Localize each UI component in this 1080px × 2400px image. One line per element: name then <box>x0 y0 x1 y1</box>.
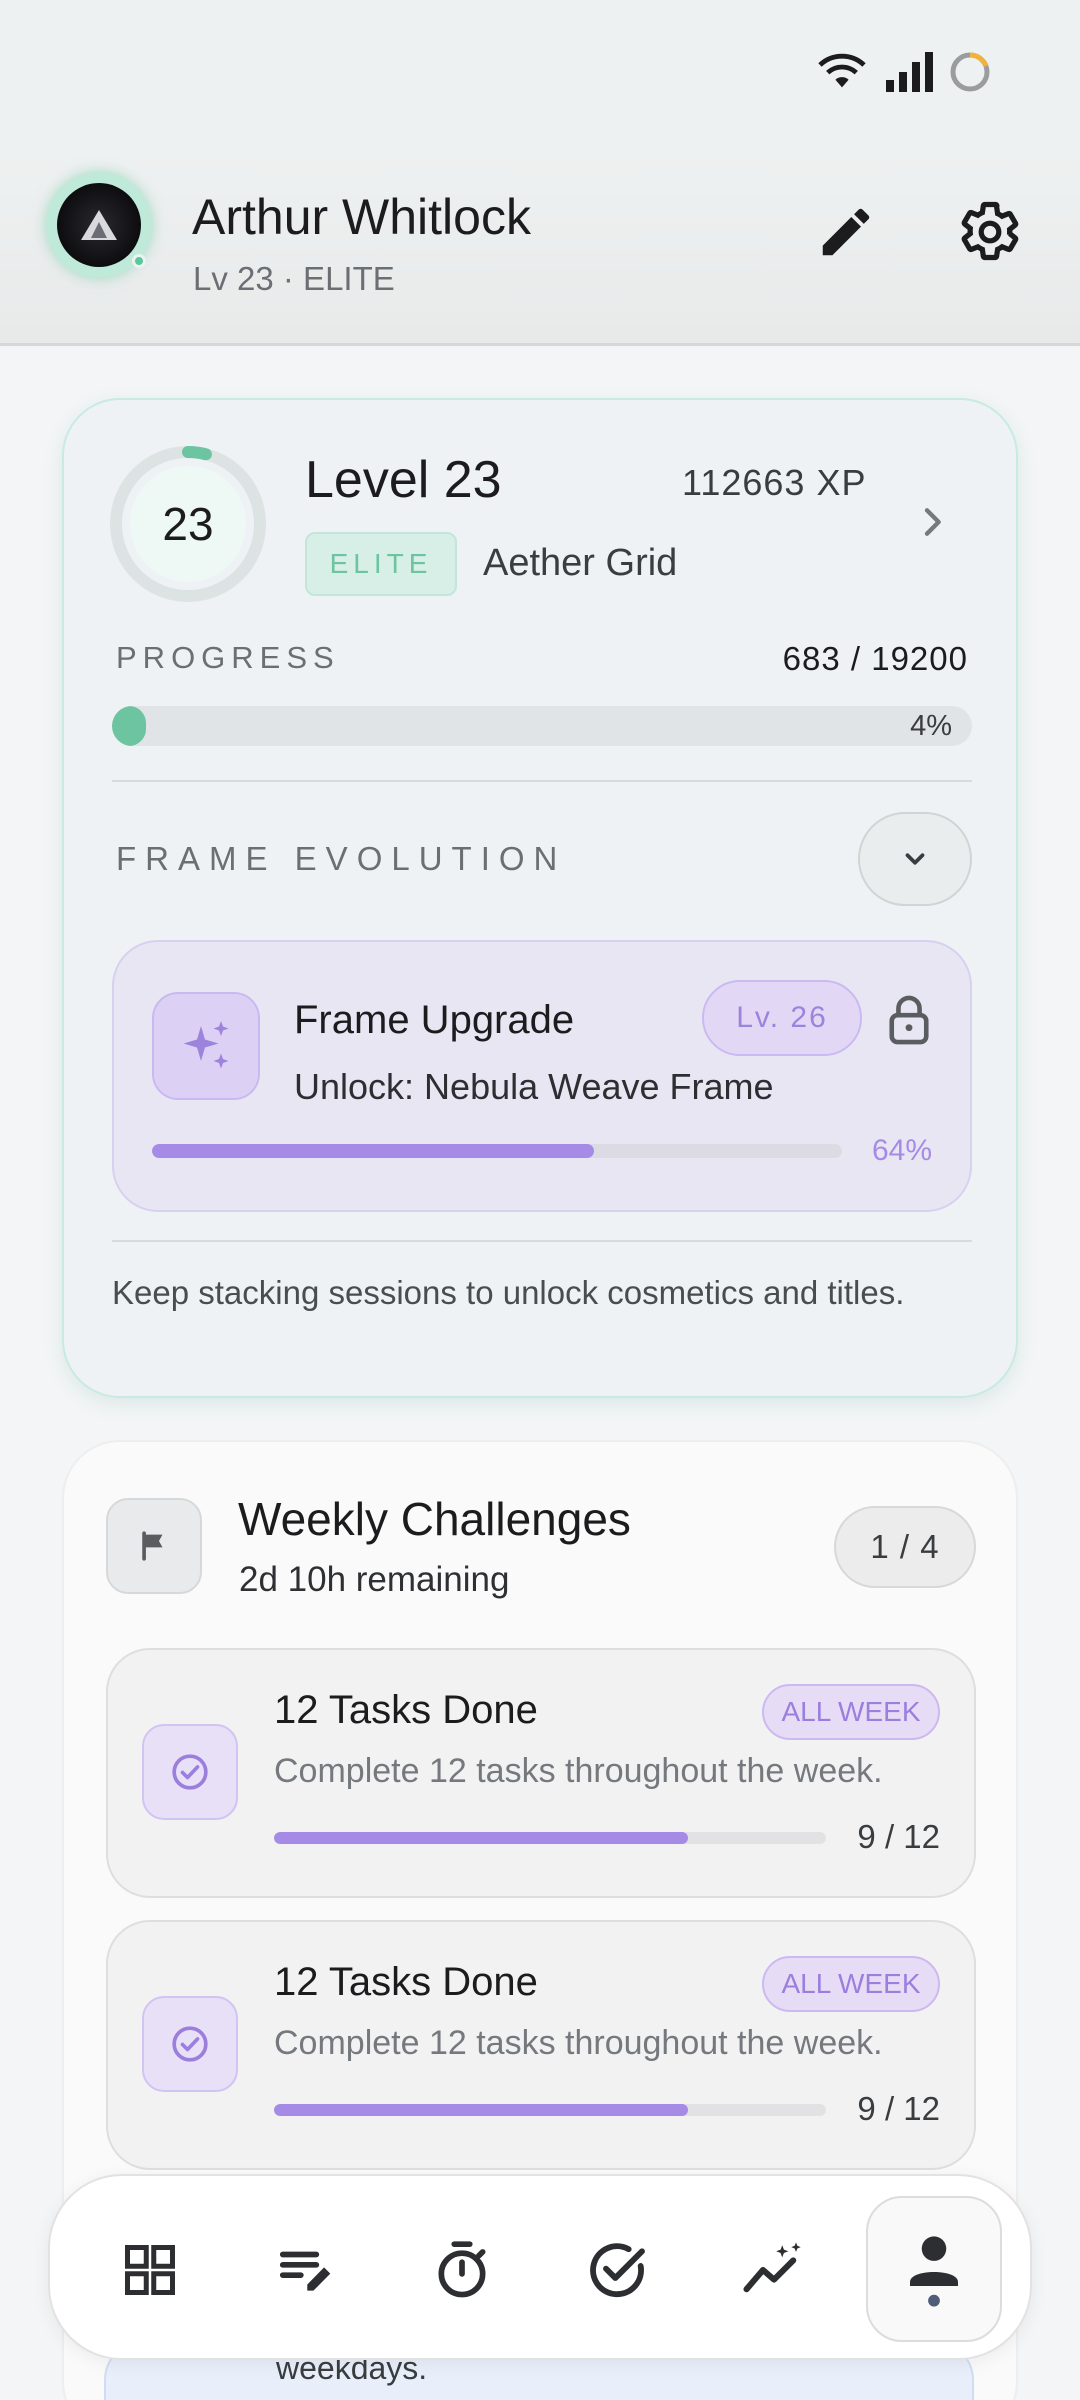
frame-upgrade-card[interactable]: Frame Upgrade Lv. 26 Unlock: Nebula Weav… <box>112 940 972 1212</box>
user-level-subtitle: Lv 23 · ELITE <box>193 260 395 297</box>
progress-label: PROGRESS <box>116 640 340 675</box>
level-card: 23 Level 23 112663 XP ELITE Aether Grid … <box>62 398 1018 1398</box>
upgrade-percent: 64% <box>871 1134 932 1167</box>
wifi-icon <box>818 53 866 88</box>
level-progress-bar: 4% <box>112 706 972 746</box>
grid-name: Aether Grid <box>483 542 678 584</box>
challenge-item[interactable]: 12 Tasks Done ALL WEEK Complete 12 tasks… <box>106 1920 976 2170</box>
pencil-icon <box>822 208 870 256</box>
progress-percent: 4% <box>910 710 952 742</box>
challenge-item[interactable]: 12 Tasks Done ALL WEEK Complete 12 tasks… <box>106 1648 976 1898</box>
flag-icon <box>106 1498 202 1594</box>
challenge-description: Complete 12 tasks throughout the week. <box>274 2024 883 2062</box>
chevron-right-icon <box>924 508 941 536</box>
dashboard-icon <box>125 2245 175 2295</box>
level-number: 23 <box>162 498 214 550</box>
frame-evolution-label: FRAME EVOLUTION <box>116 840 567 877</box>
challenges-title: Weekly Challenges <box>238 1493 631 1545</box>
profile-header: Arthur Whitlock Lv 23 · ELITE <box>0 150 1080 346</box>
online-indicator <box>132 254 146 268</box>
level-footnote: Keep stacking sessions to unlock cosmeti… <box>112 1274 905 1311</box>
challenge-progress-fill <box>274 2104 688 2116</box>
challenges-remaining: 2d 10h remaining <box>239 1560 510 1599</box>
bottom-navigation <box>48 2174 1032 2360</box>
sparkles-icon <box>152 992 260 1100</box>
progress-value: 683 / 19200 <box>782 640 968 677</box>
battery-ring-icon <box>950 52 990 92</box>
challenges-count: 1 / 4 <box>834 1506 976 1588</box>
nav-tasks[interactable] <box>558 2212 678 2328</box>
signal-icon <box>886 52 933 92</box>
challenge-progress: 9 / 12 <box>857 2090 940 2127</box>
lock-icon <box>886 994 932 1046</box>
upgrade-level-badge: Lv. 26 <box>702 980 862 1056</box>
nav-timer[interactable] <box>402 2212 522 2328</box>
avatar-logo-icon <box>81 210 117 240</box>
avatar[interactable] <box>46 172 152 278</box>
level-progress-fill <box>112 706 147 746</box>
upgrade-progress-fill <box>152 1144 594 1158</box>
chevron-down-icon <box>905 853 925 865</box>
challenge-title: 12 Tasks Done <box>274 1688 538 1732</box>
tasks-icon <box>590 2243 645 2298</box>
status-bar <box>0 0 1080 150</box>
upgrade-progress-bar <box>152 1144 842 1158</box>
notes-icon <box>279 2251 331 2291</box>
check-circle-icon <box>142 1724 238 1820</box>
tier-badge: ELITE <box>305 532 457 596</box>
upgrade-subtitle: Unlock: Nebula Weave Frame <box>294 1066 774 1107</box>
edit-button[interactable] <box>806 192 886 272</box>
nav-stats[interactable] <box>714 2212 834 2328</box>
xp-total: 112663 XP <box>682 462 867 503</box>
challenge-tag: ALL WEEK <box>762 1684 940 1740</box>
challenge-title: 12 Tasks Done <box>274 1960 538 2004</box>
nav-profile[interactable] <box>874 2212 994 2328</box>
divider <box>112 780 972 782</box>
level-ring: 23 <box>108 444 268 604</box>
challenge-progress: 9 / 12 <box>857 1818 940 1855</box>
check-circle-icon <box>142 1996 238 2092</box>
challenge-tag: ALL WEEK <box>762 1956 940 2012</box>
divider <box>112 1240 972 1242</box>
challenge-description: Complete 12 tasks throughout the week. <box>274 1752 883 1790</box>
challenge-progress-bar <box>274 2104 826 2116</box>
frame-evolution-toggle[interactable] <box>858 812 972 906</box>
profile-icon <box>910 2236 958 2307</box>
stats-icon <box>743 2242 801 2293</box>
gear-icon <box>961 201 1019 261</box>
nav-dashboard[interactable] <box>90 2212 210 2328</box>
upgrade-title: Frame Upgrade <box>294 998 575 1042</box>
challenge-progress-fill <box>274 1832 688 1844</box>
nav-notes[interactable] <box>246 2212 366 2328</box>
timer-icon <box>438 2241 486 2298</box>
level-title: Level 23 <box>305 451 502 509</box>
user-name: Arthur Whitlock <box>192 189 531 245</box>
settings-button[interactable] <box>950 192 1030 272</box>
challenge-progress-bar <box>274 1832 826 1844</box>
level-details-chevron[interactable] <box>912 502 952 542</box>
